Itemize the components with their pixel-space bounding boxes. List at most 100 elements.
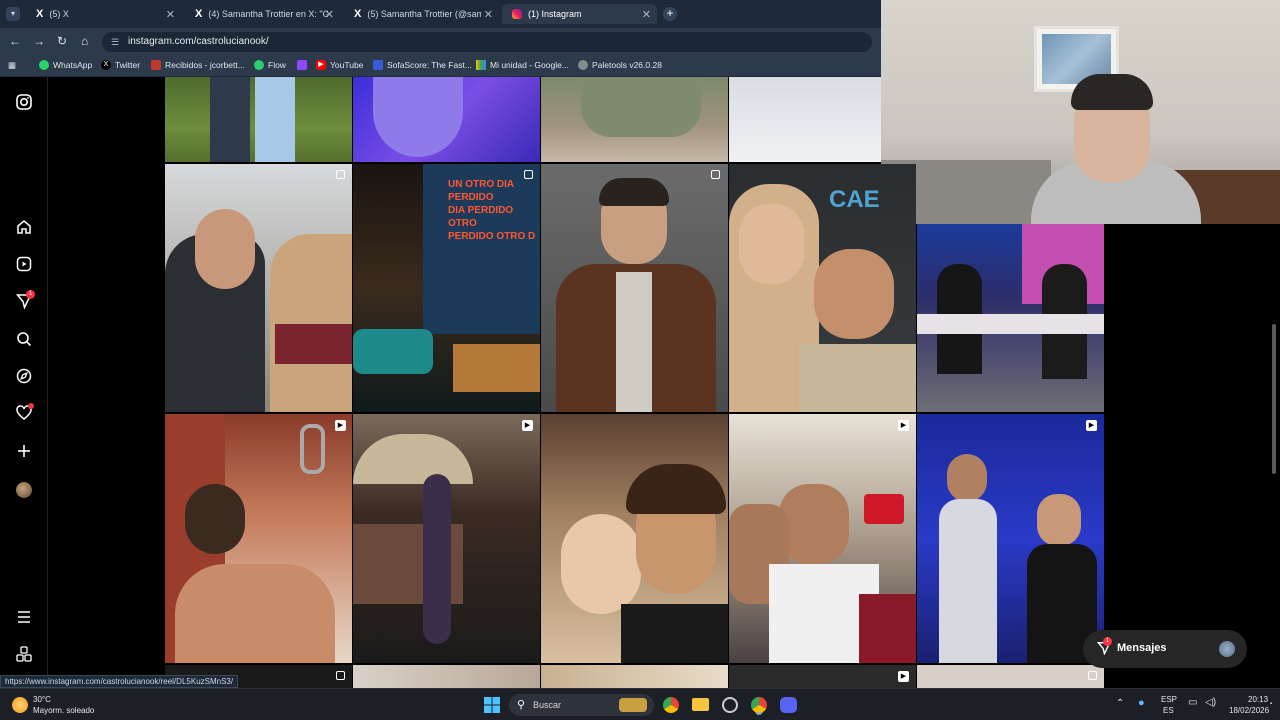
tab-x-samantha-post[interactable]: X (4) Samantha Trottier en X: "Gra ✕ [185,4,340,24]
close-tab-icon[interactable]: ✕ [642,8,651,21]
messages-button[interactable]: 1 Mensajes [1083,630,1247,668]
new-tab-button[interactable]: + [663,7,677,21]
post-tile[interactable] [165,77,352,162]
bookmark-youtube[interactable]: ▶ YouTube [316,60,363,70]
language-top[interactable]: ESP [1161,695,1177,704]
create-icon[interactable] [14,443,34,463]
webcam-overlay [881,0,1280,224]
photo-hair [185,484,245,554]
photo-figure [210,77,250,162]
file-explorer-icon[interactable] [692,698,709,711]
post-tile[interactable] [729,77,881,162]
app-circle-icon[interactable] [722,697,738,713]
post-tile[interactable]: UN OTRO DIA PERDIDO DIA PERDIDO OTRO PERDI… [353,164,540,412]
bookmark-google-drive[interactable]: Mi unidad - Google... [476,60,569,70]
search-icon[interactable] [14,331,34,351]
apps-icon[interactable] [14,646,34,666]
bookmark-sofascore[interactable]: SofaScore: The Fast... [373,60,472,70]
clock-time[interactable]: 20:13 [1248,695,1268,704]
tab-instagram[interactable]: (1) Instagram ✕ [502,4,657,24]
bookmark-recibidos[interactable]: Recibidos - jcorbett... [151,60,245,70]
post-tile[interactable]: ▶ [729,414,916,663]
post-tile[interactable] [165,164,352,412]
volume-icon[interactable]: ◁) [1205,697,1216,708]
bookmark-twitter[interactable]: X Twitter [101,60,140,70]
globe-icon [578,60,588,70]
post-tile[interactable]: ▶ [917,414,1104,663]
post-tile[interactable] [541,665,728,688]
post-tile[interactable] [353,665,540,688]
chrome-icon[interactable] [663,697,679,713]
home-icon[interactable] [14,219,34,239]
menu-icon[interactable] [14,609,34,629]
close-tab-icon[interactable]: ✕ [325,8,334,21]
search-highlight-icon [619,698,647,712]
photo-shirt [799,344,916,412]
back-icon[interactable]: ← [9,34,21,48]
flow-icon [254,60,264,70]
scrollbar-thumb[interactable] [1272,324,1276,474]
home-page-icon[interactable]: ⌂ [81,34,88,48]
photo-face [779,484,849,564]
network-icon[interactable]: ▭ [1188,697,1197,708]
person-hair [1071,74,1153,110]
microphone-icon[interactable]: ● [1138,697,1145,709]
site-settings-icon[interactable]: ☰ [111,32,119,52]
apps-grid-icon[interactable]: ▦ [8,60,16,71]
reel-icon: ▶ [1086,420,1097,431]
tab-search-button[interactable]: ▾ [6,7,20,21]
post-tile[interactable]: ▶ [729,665,916,688]
post-tile[interactable]: ▶ [353,414,540,663]
photo-couch [353,329,433,374]
messages-label: Mensajes [1117,642,1167,654]
tab-x-home[interactable]: X (5) X ✕ [26,4,181,24]
tray-chevron-icon[interactable]: ⌃ [1116,698,1124,709]
windows-start-icon[interactable] [484,697,500,718]
address-bar[interactable]: ☰ instagram.com/castrolucianook/ [102,32,872,52]
x-logo-icon: X [36,8,44,20]
carousel-icon [711,170,720,179]
bookmark-whatsapp[interactable]: WhatsApp [39,60,92,70]
direct-icon[interactable]: 1 [14,290,35,313]
chrome-active-icon[interactable] [751,697,767,713]
reel-icon: ▶ [898,671,909,682]
post-tile[interactable] [541,77,728,162]
page-scrollbar[interactable] [1271,224,1277,688]
post-tile[interactable]: CAE [729,164,916,412]
close-tab-icon[interactable]: ✕ [484,8,493,21]
profile-icon[interactable] [14,480,34,500]
instagram-icon[interactable] [14,94,34,114]
close-tab-icon[interactable]: ✕ [166,8,175,21]
reel-icon: ▶ [335,420,346,431]
reload-icon[interactable]: ↻ [57,34,67,48]
post-tile[interactable] [917,224,1104,412]
bookmark-twitch[interactable] [297,60,307,70]
drive-icon [476,60,486,70]
discord-icon[interactable] [780,697,797,713]
post-tile[interactable] [917,665,1104,688]
photo-scarf [275,324,352,364]
photo-face [1037,494,1081,546]
post-tile[interactable] [541,164,728,412]
forward-icon[interactable]: → [33,34,45,48]
bookmark-paletools[interactable]: Paletools v26.0.28 [578,60,662,70]
post-tile[interactable] [353,77,540,162]
clock-date[interactable]: 18/02/2026 [1229,706,1269,715]
bookmark-label: WhatsApp [53,60,93,70]
notification-bell-icon[interactable]: ▪ [1270,701,1272,707]
heart-icon[interactable] [14,403,34,425]
bookmark-flow[interactable]: Flow [254,60,286,70]
notification-badge: 1 [26,290,35,299]
reels-icon[interactable] [14,256,34,276]
post-tile[interactable] [541,414,728,663]
language-bottom[interactable]: ES [1163,706,1174,715]
taskbar-search[interactable]: ⚲ Buscar [509,694,654,716]
photo-figure [270,234,352,412]
post-tile[interactable]: ▶ [165,414,352,663]
explore-icon[interactable] [14,368,34,388]
weather-sun-icon[interactable] [12,697,28,713]
tab-x-samantha-profile[interactable]: X (5) Samantha Trottier (@sambr ✕ [344,4,499,24]
bookmark-label: Mi unidad - Google... [490,60,569,70]
bookmark-label: SofaScore: The Fast... [387,60,472,70]
bookmark-label: Recibidos - jcorbett... [165,60,245,70]
